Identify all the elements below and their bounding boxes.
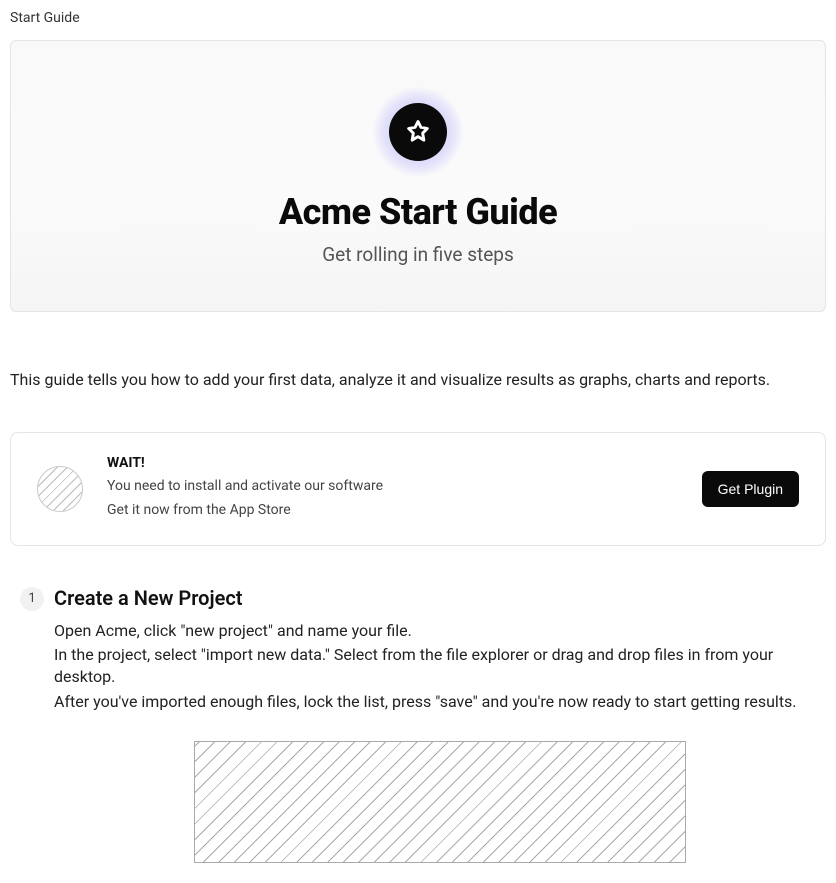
- callout-line-2: Get it now from the App Store: [107, 499, 678, 523]
- hero-icon-glow: [373, 87, 463, 177]
- step-paragraph: After you've imported enough files, lock…: [54, 691, 826, 713]
- step-paragraph: In the project, select "import new data.…: [54, 644, 826, 689]
- breadcrumb: Start Guide: [10, 0, 826, 40]
- step-number-badge: 1: [20, 587, 44, 611]
- callout-title: WAIT!: [107, 455, 678, 471]
- step-paragraph: Open Acme, click "new project" and name …: [54, 620, 826, 642]
- placeholder-icon: [37, 466, 83, 512]
- step-title: Create a New Project: [54, 586, 826, 610]
- step-body: Open Acme, click "new project" and name …: [54, 620, 826, 714]
- hero-icon-circle: [389, 103, 447, 161]
- step-image-placeholder: [194, 741, 686, 863]
- get-plugin-button[interactable]: Get Plugin: [702, 471, 799, 507]
- page-title: Acme Start Guide: [279, 191, 557, 233]
- star-icon: [404, 118, 432, 146]
- page-subtitle: Get rolling in five steps: [322, 243, 514, 266]
- callout-body: WAIT! You need to install and activate o…: [107, 455, 678, 523]
- callout-line-1: You need to install and activate our sof…: [107, 475, 678, 499]
- install-callout: WAIT! You need to install and activate o…: [10, 432, 826, 546]
- hero-banner: Acme Start Guide Get rolling in five ste…: [10, 40, 826, 312]
- intro-text: This guide tells you how to add your fir…: [10, 368, 826, 392]
